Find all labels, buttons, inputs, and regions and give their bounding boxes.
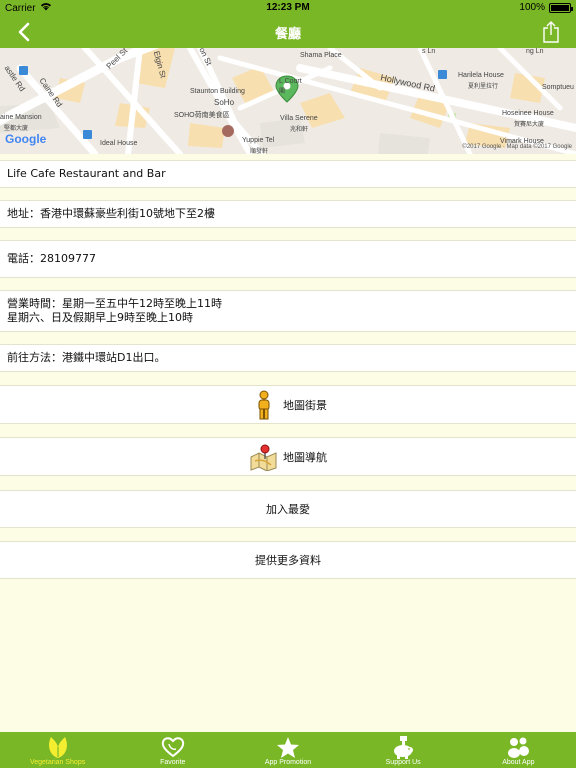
add-favorite-label: 加入最愛 [266,503,310,516]
map-label: 順發軒 [250,149,269,154]
chevron-left-icon [18,22,30,42]
map-label: Somptueu [542,84,574,91]
tab-label: App Promotion [264,759,312,766]
add-favorite-button[interactable]: 加入最愛 [0,490,576,528]
map-streets [0,48,576,154]
share-icon [543,21,559,43]
navigation-button[interactable]: 地圖導航 [0,437,576,476]
battery-fill [551,4,569,11]
heart-icon [160,735,186,759]
map-copyright: ©2017 Google · Map data ©2017 Google [462,144,572,150]
map-label: 夏利里拉行 [468,84,499,90]
restaurant-name-row: Life Cafe Restaurant and Bar [0,160,576,188]
navigation-bar: 餐廳 [0,16,576,48]
share-button[interactable] [538,19,564,45]
tab-support-us[interactable]: Support Us [362,732,444,768]
google-logo: Google [5,132,47,146]
piggy-bank-icon [390,735,416,759]
map-label: Harilela House [458,72,504,79]
status-bar: Carrier 12:23 PM 100% [0,0,576,16]
more-info-button[interactable]: 提供更多資料 [0,541,576,579]
tab-favorite[interactable]: Favorite [132,732,214,768]
star-icon [275,735,301,759]
map-label: 兆和軒 [290,127,309,133]
restaurant-directions: 前往方法：港鐵中環站D1出口。 [7,351,166,364]
page-title: 餐廳 [274,27,301,42]
restaurant-map[interactable]: Shama Place s Ln ng Ln Hollywood Rd Hari… [0,48,576,154]
tab-bar: Vegetarian Shops Favorite App Promotion … [0,732,576,768]
street-view-button[interactable]: 地圖街景 [0,385,576,424]
map-label: Staunton Building [190,88,245,95]
back-button[interactable] [10,18,38,46]
pegman-icon [249,390,279,420]
map-label: SOHO荷南美食區 [174,112,230,119]
leaf-icon [45,735,71,759]
battery-percent: 100% [519,2,545,13]
opening-hours-weekday: 營業時間：星期一至五中午12時至晚上11時 [7,297,222,310]
map-label: aine Mansion [0,114,42,121]
hours-row: 營業時間：星期一至五中午12時至晚上11時 星期六、日及假期早上9時至晚上10時 [0,290,576,332]
restaurant-name: Life Cafe Restaurant and Bar [7,167,166,180]
map-pin-icon [249,442,279,472]
battery-icon [549,2,573,13]
map-label: SoHo [214,98,235,107]
map-label: 賀賽尼大廈 [514,122,545,128]
more-info-label: 提供更多資料 [255,554,321,567]
map-label: L Court [279,78,302,85]
tab-app-promotion[interactable]: App Promotion [247,732,329,768]
street-view-label: 地圖街景 [283,398,327,412]
address-row[interactable]: 地址：香港中環蘇豪些利街10號地下至2樓 [0,200,576,228]
opening-hours-weekend: 星期六、日及假期早上9時至晚上10時 [7,311,193,324]
map-label: Yuppie Tel [242,137,275,144]
map-label: Shama Place [300,52,342,59]
navigation-label: 地圖導航 [283,450,327,464]
map-label: Villa Serene [280,115,318,122]
people-icon [505,735,531,759]
map-label: ng Ln [526,48,544,55]
tab-label: Vegetarian Shops [29,759,86,766]
tab-about-app[interactable]: About App [477,732,559,768]
map-label: Ideal House [100,140,138,147]
directions-row: 前往方法：港鐵中環站D1出口。 [0,344,576,372]
map-label: 堅都大廈 [4,126,29,132]
map-label: Hoseinee House [502,110,554,117]
tab-label: About App [502,759,535,766]
phone-row[interactable]: 電話：28109777 [0,240,576,278]
restaurant-address: 地址：香港中環蘇豪些利街10號地下至2樓 [7,207,215,220]
map-label: 閣 [279,89,286,95]
tab-vegetarian-shops[interactable]: Vegetarian Shops [17,732,99,768]
battery-info: 100% [519,2,573,13]
status-time: 12:23 PM [266,2,310,13]
map-label: s Ln [422,48,436,55]
restaurant-phone: 電話：28109777 [7,252,96,265]
tab-label: Favorite [160,759,186,766]
tab-label: Support Us [385,759,421,766]
